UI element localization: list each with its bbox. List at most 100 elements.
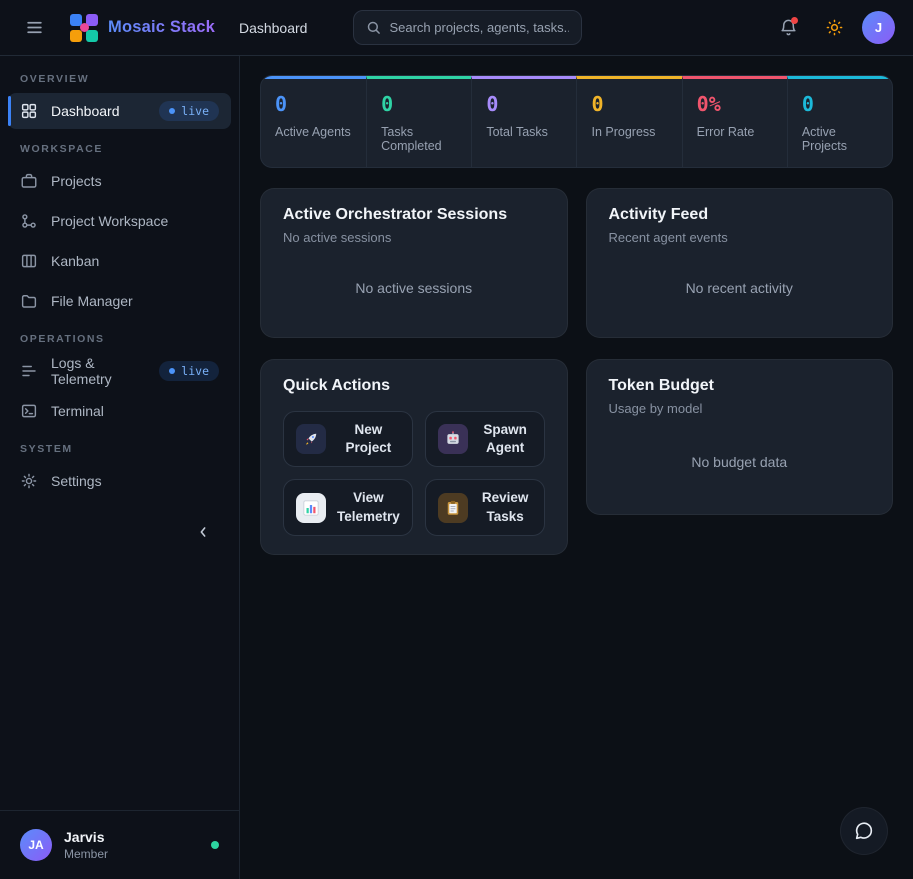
robot-icon: [438, 424, 468, 454]
live-dot-icon: [169, 108, 175, 114]
chevron-left-icon: [195, 524, 211, 540]
stat-label: Tasks Completed: [381, 125, 457, 153]
view-telemetry-button[interactable]: View Telemetry: [283, 479, 413, 535]
kanban-columns-icon: [20, 252, 38, 270]
rocket-icon: [296, 424, 326, 454]
sidebar-item-label: Project Workspace: [51, 213, 168, 229]
stat-value: 0%: [697, 92, 773, 116]
empty-state-text: No budget data: [609, 416, 871, 498]
search-icon: [366, 20, 381, 35]
stat-card-total-tasks: 0 Total Tasks: [471, 76, 576, 167]
grid-icon: [20, 102, 38, 120]
avatar-initial: J: [875, 20, 882, 35]
hamburger-icon: [25, 18, 44, 37]
chat-fab-button[interactable]: [840, 807, 888, 855]
log-lines-icon: [20, 362, 38, 380]
terminal-icon: [20, 402, 38, 420]
card-title: Active Orchestrator Sessions: [283, 206, 545, 224]
sun-icon: [825, 18, 844, 37]
hamburger-menu-button[interactable]: [16, 10, 52, 46]
stat-card-tasks-completed: 0 Tasks Completed: [366, 76, 471, 167]
empty-state-text: No recent activity: [609, 245, 871, 321]
stat-value: 0: [591, 92, 667, 116]
sidebar-item-label: File Manager: [51, 293, 133, 309]
app-logo: [70, 14, 98, 42]
sidebar-item-label: Logs & Telemetry: [51, 355, 146, 387]
sidebar-collapse-button[interactable]: [189, 518, 217, 546]
sidebar-item-settings[interactable]: Settings: [8, 463, 231, 499]
sidebar-item-logs-telemetry[interactable]: Logs & Telemetry live: [8, 353, 231, 389]
search-box[interactable]: [353, 10, 582, 45]
stat-card-active-agents: 0 Active Agents: [261, 76, 366, 167]
token-budget-card: Token Budget Usage by model No budget da…: [586, 359, 894, 515]
logo-square-amber: [70, 30, 82, 42]
sidebar-item-label: Dashboard: [51, 103, 120, 119]
card-title: Token Budget: [609, 377, 871, 395]
section-label-workspace: WORKSPACE: [20, 143, 219, 155]
empty-state-text: No active sessions: [283, 245, 545, 321]
sidebar-item-label: Settings: [51, 473, 102, 489]
theme-toggle-button[interactable]: [816, 10, 852, 46]
online-status-dot: [211, 841, 219, 849]
card-subtitle: No active sessions: [283, 230, 545, 245]
stat-label: In Progress: [591, 125, 667, 139]
user-info: Jarvis Member: [64, 829, 108, 861]
quick-action-label: Review Tasks: [479, 489, 532, 525]
sidebar-item-terminal[interactable]: Terminal: [8, 393, 231, 429]
section-label-overview: OVERVIEW: [20, 73, 219, 85]
logo-square-teal: [86, 30, 98, 42]
spawn-agent-button[interactable]: Spawn Agent: [425, 411, 545, 467]
stat-card-in-progress: 0 In Progress: [576, 76, 681, 167]
sidebar-item-kanban[interactable]: Kanban: [8, 243, 231, 279]
stat-label: Error Rate: [697, 125, 773, 139]
stat-card-active-projects: 0 Active Projects: [787, 76, 892, 167]
live-badge: live: [159, 361, 219, 381]
user-initials: JA: [28, 838, 43, 852]
chat-bubble-icon: [853, 820, 875, 842]
notifications-button[interactable]: [770, 10, 806, 46]
brand-name: Mosaic Stack: [108, 18, 215, 37]
user-name: Jarvis: [64, 829, 108, 845]
stat-label: Active Agents: [275, 125, 352, 139]
card-title: Activity Feed: [609, 206, 871, 224]
stat-label: Active Projects: [802, 125, 878, 153]
sidebar-item-projects[interactable]: Projects: [8, 163, 231, 199]
new-project-button[interactable]: New Project: [283, 411, 413, 467]
bar-chart-icon: [296, 493, 326, 523]
sidebar-item-label: Projects: [51, 173, 102, 189]
search-input[interactable]: [389, 20, 569, 35]
activity-feed-card: Activity Feed Recent agent events No rec…: [586, 188, 894, 338]
sidebar-item-label: Kanban: [51, 253, 99, 269]
stat-card-error-rate: 0% Error Rate: [682, 76, 787, 167]
topbar-actions: J: [770, 10, 895, 46]
sidebar-item-project-workspace[interactable]: Project Workspace: [8, 203, 231, 239]
sidebar-item-label: Terminal: [51, 403, 104, 419]
gear-icon: [20, 472, 38, 490]
review-tasks-button[interactable]: Review Tasks: [425, 479, 545, 535]
quick-actions-card: Quick Actions New Project Spawn Agent: [260, 359, 568, 555]
stat-value: 0: [486, 92, 562, 116]
live-dot-icon: [169, 368, 175, 374]
logo-center-dot: [80, 23, 89, 32]
share-nodes-icon: [20, 212, 38, 230]
live-badge-label: live: [181, 104, 209, 118]
quick-action-label: Spawn Agent: [479, 421, 532, 457]
live-badge-label: live: [181, 364, 209, 378]
sessions-card: Active Orchestrator Sessions No active s…: [260, 188, 568, 338]
user-area[interactable]: JA Jarvis Member: [0, 810, 239, 879]
quick-action-label: New Project: [337, 421, 400, 457]
user-avatar-topbar[interactable]: J: [862, 11, 895, 44]
stats-row: 0 Active Agents 0 Tasks Completed 0 Tota…: [260, 75, 893, 168]
stat-value: 0: [802, 92, 878, 116]
sidebar: OVERVIEW Dashboard live WORKSPACE Projec…: [0, 56, 240, 879]
user-avatar: JA: [20, 829, 52, 861]
quick-action-label: View Telemetry: [337, 489, 400, 525]
user-role: Member: [64, 847, 108, 861]
stat-value: 0: [381, 92, 457, 116]
quick-actions-grid: New Project Spawn Agent View Telemetry: [283, 411, 545, 536]
card-title: Quick Actions: [283, 377, 545, 395]
briefcase-icon: [20, 172, 38, 190]
card-subtitle: Recent agent events: [609, 230, 871, 245]
sidebar-item-file-manager[interactable]: File Manager: [8, 283, 231, 319]
sidebar-item-dashboard[interactable]: Dashboard live: [8, 93, 231, 129]
